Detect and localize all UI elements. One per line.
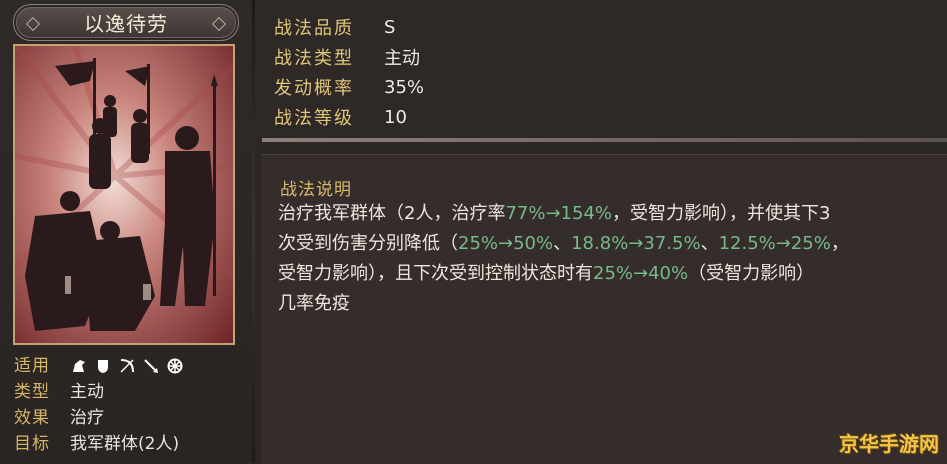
type-row: 类型 主动 xyxy=(14,379,244,405)
wheel-icon xyxy=(166,357,184,375)
description-line: 治疗我军群体（2人，治疗率77%→154%，受智力影响），并使其下3 xyxy=(278,199,849,229)
stat-value: S xyxy=(384,16,396,38)
target-value: 我军群体(2人) xyxy=(70,434,180,454)
immunity-chance-value: 25%→40% xyxy=(593,263,689,284)
stat-value: 主动 xyxy=(384,48,420,69)
bow-icon xyxy=(118,357,136,375)
stat-label: 战法类型 xyxy=(274,48,354,69)
skill-card-panel: 以逸待劳 适用 类型 主动 效果 治疗 目标 我军群体(2人) xyxy=(0,0,252,463)
text: 治疗我军群体（2人，治疗率 xyxy=(278,203,506,224)
type-value: 主动 xyxy=(70,382,104,402)
reduction-value-2: 18.8%→37.5% xyxy=(571,233,701,254)
spear-icon xyxy=(142,357,160,375)
cavalry-icon xyxy=(70,357,88,375)
heal-rate-value: 77%→154% xyxy=(505,203,613,224)
site-watermark: 京华手游网 xyxy=(839,432,939,456)
effect-value: 治疗 xyxy=(70,408,104,428)
text: ， xyxy=(830,233,849,254)
effect-row: 效果 治疗 xyxy=(14,405,244,431)
text: 受智力影响），且下次受到控制状态时有 xyxy=(278,263,593,284)
diamond-ornament-icon xyxy=(211,16,227,32)
skill-illustration xyxy=(13,44,235,345)
stat-label: 发动概率 xyxy=(274,78,354,99)
applicable-row: 适用 xyxy=(14,353,244,379)
target-label: 目标 xyxy=(14,434,50,454)
skill-description-box: 战法说明 治疗我军群体（2人，治疗率77%→154%，受智力影响），并使其下3 … xyxy=(262,154,947,464)
text: （受智力影响） xyxy=(688,263,815,284)
description-line: 几率免疫 xyxy=(278,293,350,314)
text: 次受到伤害分别降低（ xyxy=(278,233,458,254)
reduction-value-3: 12.5%→25% xyxy=(718,233,831,254)
description-text: 治疗我军群体（2人，治疗率77%→154%，受智力影响），并使其下3 次受到伤害… xyxy=(278,199,849,319)
troop-type-icons xyxy=(70,357,184,375)
description-line: 受智力影响），且下次受到控制状态时有25%→40%（受智力影响） xyxy=(278,259,849,289)
description-title: 战法说明 xyxy=(280,180,352,200)
type-label: 类型 xyxy=(14,382,50,402)
stat-probability: 发动概率 35% xyxy=(274,72,424,102)
text: ，受智力影响），并使其下3 xyxy=(612,203,831,224)
shield-icon xyxy=(94,357,112,375)
stat-label: 战法等级 xyxy=(274,108,354,129)
skill-meta: 适用 类型 主动 效果 治疗 目标 我军群体(2人) xyxy=(14,353,244,457)
stat-quality: 战法品质 S xyxy=(274,12,395,42)
stat-level: 战法等级 10 xyxy=(274,102,407,132)
target-row: 目标 我军群体(2人) xyxy=(14,431,244,457)
reduction-value-1: 25%→50% xyxy=(458,233,554,254)
stat-type: 战法类型 主动 xyxy=(274,42,420,72)
description-line: 次受到伤害分别降低（25%→50%、18.8%→37.5%、12.5%→25%， xyxy=(278,229,849,259)
skill-name: 以逸待劳 xyxy=(84,12,168,36)
effect-label: 效果 xyxy=(14,408,50,428)
applicable-label: 适用 xyxy=(14,356,50,376)
text: 、 xyxy=(700,233,719,254)
text: 、 xyxy=(553,233,572,254)
diamond-ornament-icon xyxy=(25,16,41,32)
stat-value: 10 xyxy=(384,106,407,128)
skill-name-plate: 以逸待劳 xyxy=(13,4,239,41)
stat-label: 战法品质 xyxy=(274,18,354,39)
stats-separator xyxy=(262,138,947,142)
stat-value: 35% xyxy=(384,76,425,98)
